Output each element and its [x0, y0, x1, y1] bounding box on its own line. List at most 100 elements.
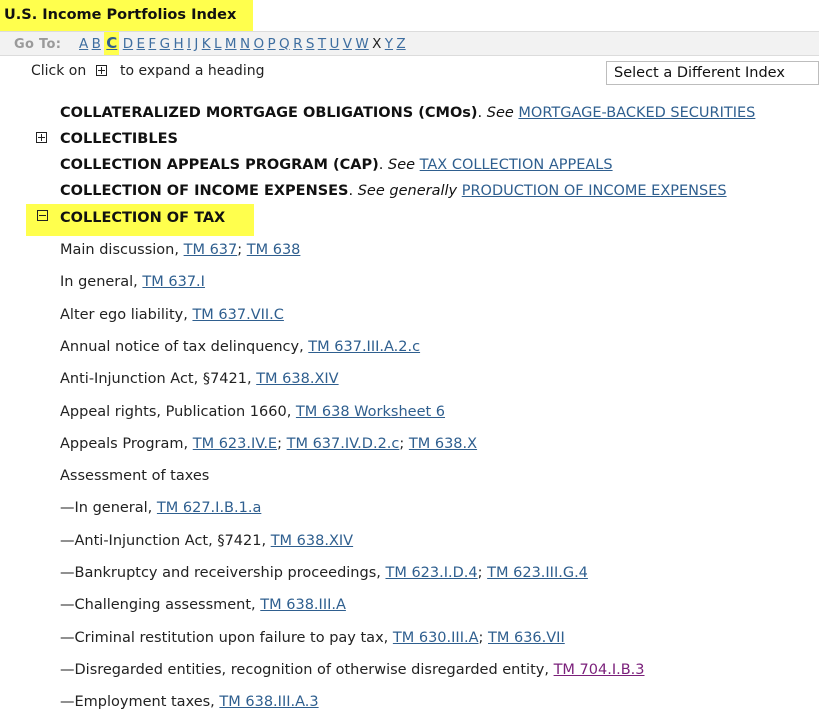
subentry-row: —Employment taxes, TM 638.III.A.3 — [60, 694, 319, 710]
tm-reference-link[interactable]: TM 638.III.A.3 — [219, 694, 318, 710]
see-label: See — [486, 105, 514, 121]
tm-reference-link[interactable]: TM 627.I.B.1.a — [157, 500, 261, 516]
subentry-row: —Bankruptcy and receivership proceedings… — [60, 565, 588, 581]
subentry-row: —Anti-Injunction Act, §7421, TM 638.XIV — [60, 533, 353, 549]
letter-o-link[interactable]: O — [253, 36, 264, 52]
subentry-row: Appeal rights, Publication 1660, TM 638 … — [60, 404, 445, 420]
subentry-text: Appeals Program, — [60, 436, 193, 452]
letter-k-link[interactable]: K — [202, 36, 211, 52]
cross-reference-link[interactable]: PRODUCTION OF INCOME EXPENSES — [462, 183, 727, 199]
letter-s-link[interactable]: S — [306, 36, 315, 52]
subentry-row: In general, TM 637.I — [60, 274, 205, 290]
letter-a-link[interactable]: A — [79, 36, 88, 52]
letter-b-link[interactable]: B — [92, 36, 101, 52]
subentry-text: —Employment taxes, — [60, 694, 220, 710]
tm-reference-link[interactable]: TM 637.III.A.2.c — [308, 339, 420, 355]
letter-m-link[interactable]: M — [225, 36, 237, 52]
entry-heading: COLLATERALIZED MORTGAGE OBLIGATIONS (CMO… — [60, 105, 478, 121]
letter-j-link[interactable]: J — [194, 36, 198, 52]
letter-u-link[interactable]: U — [329, 36, 339, 52]
letter-f-link[interactable]: F — [148, 36, 156, 52]
letter-z-link[interactable]: Z — [396, 36, 405, 52]
letter-y-link[interactable]: Y — [385, 36, 393, 52]
subentry-row: Appeals Program, TM 623.IV.E; TM 637.IV.… — [60, 436, 478, 452]
subentry-row: —Disregarded entities, recognition of ot… — [60, 662, 645, 678]
cross-reference-link[interactable]: MORTGAGE-BACKED SECURITIES — [518, 105, 755, 121]
letter-x-link: X — [372, 35, 382, 52]
cross-reference-link[interactable]: TAX COLLECTION APPEALS — [420, 157, 613, 173]
subentry-text: Anti-Injunction Act, §7421, — [60, 371, 257, 387]
plus-box-icon — [96, 65, 107, 76]
subentry-text: —Criminal restitution upon failure to pa… — [60, 630, 393, 646]
entry-heading: COLLECTION APPEALS PROGRAM (CAP) — [60, 157, 379, 173]
goto-label: Go To: — [14, 37, 62, 52]
subentry-text: —Bankruptcy and receivership proceedings… — [60, 565, 386, 581]
alphabet-nav: Go To: ABCDEFGHIJKLMNOPQRSTUVWXYZ — [0, 31, 819, 56]
entry-heading: COLLECTION OF INCOME EXPENSES — [60, 183, 349, 199]
subentry-row: Alter ego liability, TM 637.VII.C — [60, 307, 284, 323]
subentry-row: Annual notice of tax delinquency, TM 637… — [60, 339, 420, 355]
tm-reference-link[interactable]: TM 636.VII — [488, 630, 565, 646]
letter-l-link[interactable]: L — [214, 36, 222, 52]
tm-reference-link[interactable]: TM 637 — [184, 242, 238, 258]
select-different-index[interactable]: Select a Different Index — [606, 61, 819, 85]
page-title: U.S. Income Portfolios Index — [0, 0, 253, 31]
subentry-text: —Anti-Injunction Act, §7421, — [60, 533, 271, 549]
see-label: See generally — [357, 183, 458, 199]
tm-reference-link[interactable]: TM 623.IV.E — [193, 436, 277, 452]
tm-reference-link[interactable]: TM 637.IV.D.2.c — [287, 436, 400, 452]
subentry-text: —Disregarded entities, recognition of ot… — [60, 662, 554, 678]
letter-n-link[interactable]: N — [240, 36, 250, 52]
tm-reference-link[interactable]: TM 638.X — [409, 436, 477, 452]
hint-text-before: Click on — [31, 63, 87, 79]
subentry-text: —Challenging assessment, — [60, 597, 261, 613]
tm-reference-link[interactable]: TM 638.XIV — [256, 371, 338, 387]
collapse-toggle-icon[interactable] — [37, 210, 48, 221]
entry-heading: COLLECTIBLES — [60, 131, 178, 147]
subentry-row: Assessment of taxes — [60, 468, 209, 484]
letter-g-link[interactable]: G — [160, 36, 170, 52]
index-entry: COLLATERALIZED MORTGAGE OBLIGATIONS (CMO… — [60, 105, 756, 121]
letter-c-link[interactable]: C — [104, 32, 120, 55]
entry-heading: COLLECTION OF TAX — [60, 210, 226, 226]
subentry-row: Anti-Injunction Act, §7421, TM 638.XIV — [60, 371, 339, 387]
tm-reference-link[interactable]: TM 638 Worksheet 6 — [296, 404, 445, 420]
letter-i-link[interactable]: I — [187, 36, 191, 52]
index-entry: COLLECTION OF INCOME EXPENSES. See gener… — [60, 183, 727, 199]
letter-r-link[interactable]: R — [293, 36, 302, 52]
index-entry: COLLECTIBLES — [60, 131, 178, 147]
tm-reference-link[interactable]: TM 623.III.G.4 — [487, 565, 588, 581]
letter-v-link[interactable]: V — [343, 36, 352, 52]
subentry-row: —In general, TM 627.I.B.1.a — [60, 500, 261, 516]
tm-reference-link[interactable]: TM 630.III.A — [393, 630, 479, 646]
letter-p-link[interactable]: P — [267, 36, 275, 52]
subentry-text: Main discussion, — [60, 242, 184, 258]
subentry-row: Main discussion, TM 637; TM 638 — [60, 242, 301, 258]
expanded-heading: COLLECTION OF TAX — [60, 210, 225, 226]
subentry-row: —Criminal restitution upon failure to pa… — [60, 630, 565, 646]
see-label: See — [387, 157, 416, 173]
hint-text-after: to expand a heading — [120, 63, 265, 79]
subentry-text: Assessment of taxes — [60, 468, 210, 484]
subentry-row: —Challenging assessment, TM 638.III.A — [60, 597, 346, 613]
subentry-text: In general, — [60, 274, 143, 290]
subentry-text: —In general, — [60, 500, 157, 516]
tm-reference-link[interactable]: TM 623.I.D.4 — [385, 565, 477, 581]
tm-reference-link[interactable]: TM 638.XIV — [271, 533, 353, 549]
alphabet-letters: ABCDEFGHIJKLMNOPQRSTUVWXYZ — [79, 32, 409, 55]
index-entry: COLLECTION APPEALS PROGRAM (CAP). See TA… — [60, 157, 613, 173]
letter-q-link[interactable]: Q — [279, 36, 290, 52]
letter-w-link[interactable]: W — [355, 36, 368, 52]
letter-h-link[interactable]: H — [173, 36, 183, 52]
letter-t-link[interactable]: T — [318, 36, 326, 52]
tm-reference-link[interactable]: TM 637.I — [142, 274, 205, 290]
subentry-text: Alter ego liability, — [60, 307, 193, 323]
tm-reference-link[interactable]: TM 638 — [247, 242, 301, 258]
tm-reference-link[interactable]: TM 638.III.A — [260, 597, 346, 613]
letter-e-link[interactable]: E — [137, 36, 146, 52]
tm-reference-link[interactable]: TM 637.VII.C — [192, 307, 283, 323]
subentry-text: Appeal rights, Publication 1660, — [60, 404, 296, 420]
expand-toggle-icon[interactable] — [36, 132, 47, 143]
tm-reference-link[interactable]: TM 704.I.B.3 — [554, 662, 645, 678]
letter-d-link[interactable]: D — [123, 36, 133, 52]
